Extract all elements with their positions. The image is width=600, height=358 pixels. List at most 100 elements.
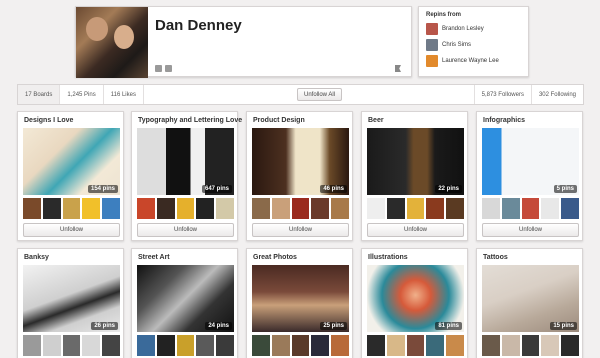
board-thumbnail[interactable] bbox=[216, 198, 234, 219]
board-thumbnail[interactable] bbox=[541, 335, 560, 356]
board-thumbnail[interactable] bbox=[196, 335, 215, 356]
board-card[interactable]: Infographics 5 pins Unfollow bbox=[476, 111, 583, 241]
stats-bar: 17 Boards 1,245 Pins 116 Likes Unfollow … bbox=[17, 84, 584, 105]
board-thumbnail[interactable] bbox=[176, 198, 195, 219]
board-cover[interactable]: 46 pins bbox=[252, 128, 349, 195]
twitter-icon[interactable] bbox=[155, 65, 162, 72]
board-thumbnail[interactable] bbox=[23, 335, 41, 356]
board-title[interactable]: Product Design bbox=[253, 117, 305, 124]
board-thumbnail[interactable] bbox=[367, 335, 385, 356]
board-card[interactable]: Typography and Lettering Love 647 pins U… bbox=[131, 111, 242, 241]
board-thumbnail[interactable] bbox=[176, 335, 195, 356]
board-title[interactable]: Designs I Love bbox=[24, 117, 73, 124]
board-thumbnails bbox=[252, 198, 349, 219]
board-thumbnail[interactable] bbox=[216, 335, 234, 356]
unfollow-button[interactable]: Unfollow bbox=[137, 223, 234, 237]
board-thumbnail[interactable] bbox=[406, 198, 425, 219]
unfollow-button[interactable]: Unfollow bbox=[482, 223, 579, 237]
board-card[interactable]: Designs I Love 154 pins Unfollow bbox=[17, 111, 124, 241]
unfollow-button[interactable]: Unfollow bbox=[367, 223, 464, 237]
board-card[interactable]: Beer 22 pins Unfollow bbox=[361, 111, 468, 241]
board-cover[interactable]: 647 pins bbox=[137, 128, 234, 195]
repin-person[interactable]: Brandon Lesley bbox=[426, 21, 521, 37]
board-thumbnail[interactable] bbox=[23, 198, 41, 219]
board-thumbnail[interactable] bbox=[386, 335, 405, 356]
board-thumbnail[interactable] bbox=[252, 335, 270, 356]
board-thumbnail[interactable] bbox=[521, 198, 540, 219]
board-title[interactable]: Banksy bbox=[24, 254, 49, 261]
board-thumbnail[interactable] bbox=[561, 335, 579, 356]
board-card[interactable]: Product Design 46 pins Unfollow bbox=[246, 111, 353, 241]
board-cover[interactable]: 81 pins bbox=[367, 265, 464, 332]
board-card[interactable]: Tattoos 15 pins bbox=[476, 248, 583, 358]
board-title[interactable]: Street Art bbox=[138, 254, 170, 261]
board-title[interactable]: Beer bbox=[368, 117, 384, 124]
board-cover[interactable]: 24 pins bbox=[137, 265, 234, 332]
board-thumbnail[interactable] bbox=[521, 335, 540, 356]
board-title[interactable]: Great Photos bbox=[253, 254, 297, 261]
board-thumbnail[interactable] bbox=[102, 335, 120, 356]
following-tab[interactable]: 302 Following bbox=[530, 85, 583, 104]
unfollow-button[interactable]: Unfollow bbox=[23, 223, 120, 237]
board-card[interactable]: Street Art 24 pins bbox=[131, 248, 238, 358]
board-thumbnail[interactable] bbox=[137, 198, 155, 219]
board-title[interactable]: Illustrations bbox=[368, 254, 408, 261]
unfollow-button[interactable]: Unfollow bbox=[252, 223, 349, 237]
unfollow-all-button[interactable]: Unfollow All bbox=[297, 88, 343, 101]
board-thumbnail[interactable] bbox=[426, 335, 445, 356]
likes-tab[interactable]: 116 Likes bbox=[104, 85, 144, 104]
boards-tab[interactable]: 17 Boards bbox=[18, 85, 61, 104]
repin-person[interactable]: Laurence Wayne Lee bbox=[426, 53, 521, 69]
board-thumbnail[interactable] bbox=[62, 198, 81, 219]
board-thumbnail[interactable] bbox=[102, 198, 120, 219]
board-thumbnail[interactable] bbox=[446, 335, 464, 356]
board-thumbnail[interactable] bbox=[137, 335, 155, 356]
board-title[interactable]: Infographics bbox=[483, 117, 525, 124]
board-thumbnail[interactable] bbox=[386, 198, 405, 219]
board-thumbnail[interactable] bbox=[561, 198, 579, 219]
board-thumbnail[interactable] bbox=[82, 335, 101, 356]
board-thumbnail[interactable] bbox=[42, 335, 61, 356]
board-thumbnail[interactable] bbox=[311, 335, 330, 356]
board-title[interactable]: Typography and Lettering Love bbox=[138, 117, 242, 124]
board-card[interactable]: Banksy 26 pins bbox=[17, 248, 124, 358]
board-thumbnail[interactable] bbox=[331, 335, 349, 356]
board-thumbnail[interactable] bbox=[291, 335, 310, 356]
repin-person[interactable]: Chris Sims bbox=[426, 37, 521, 53]
board-thumbnail[interactable] bbox=[42, 198, 61, 219]
board-thumbnail[interactable] bbox=[482, 335, 500, 356]
board-thumbnail[interactable] bbox=[501, 335, 520, 356]
board-thumbnail[interactable] bbox=[252, 198, 270, 219]
board-cover[interactable]: 26 pins bbox=[23, 265, 120, 332]
board-thumbnail[interactable] bbox=[446, 198, 464, 219]
pins-tab[interactable]: 1,245 Pins bbox=[60, 85, 104, 104]
board-thumbnail[interactable] bbox=[291, 198, 310, 219]
board-cover[interactable]: 5 pins bbox=[482, 128, 579, 195]
board-thumbnail[interactable] bbox=[271, 335, 290, 356]
board-thumbnail[interactable] bbox=[541, 198, 560, 219]
profile-photo[interactable] bbox=[76, 7, 148, 78]
board-thumbnail[interactable] bbox=[331, 198, 349, 219]
board-title[interactable]: Tattoos bbox=[483, 254, 508, 261]
board-thumbnail[interactable] bbox=[406, 335, 425, 356]
board-thumbnail[interactable] bbox=[271, 198, 290, 219]
board-cover[interactable]: 25 pins bbox=[252, 265, 349, 332]
board-thumbnail[interactable] bbox=[156, 198, 175, 219]
board-thumbnail[interactable] bbox=[196, 198, 215, 219]
flag-icon[interactable] bbox=[395, 65, 401, 72]
board-thumbnail[interactable] bbox=[482, 198, 500, 219]
board-thumbnail[interactable] bbox=[82, 198, 101, 219]
board-cover[interactable]: 154 pins bbox=[23, 128, 120, 195]
board-card[interactable]: Illustrations 81 pins bbox=[361, 248, 468, 358]
board-card[interactable]: Great Photos 25 pins bbox=[246, 248, 353, 358]
board-cover[interactable]: 15 pins bbox=[482, 265, 579, 332]
board-thumbnail[interactable] bbox=[156, 335, 175, 356]
board-thumbnail[interactable] bbox=[426, 198, 445, 219]
board-thumbnail[interactable] bbox=[311, 198, 330, 219]
board-thumbnail[interactable] bbox=[62, 335, 81, 356]
board-cover[interactable]: 22 pins bbox=[367, 128, 464, 195]
followers-tab[interactable]: 5,873 Followers bbox=[473, 85, 531, 104]
board-thumbnail[interactable] bbox=[367, 198, 385, 219]
facebook-icon[interactable] bbox=[165, 65, 172, 72]
board-thumbnail[interactable] bbox=[501, 198, 520, 219]
